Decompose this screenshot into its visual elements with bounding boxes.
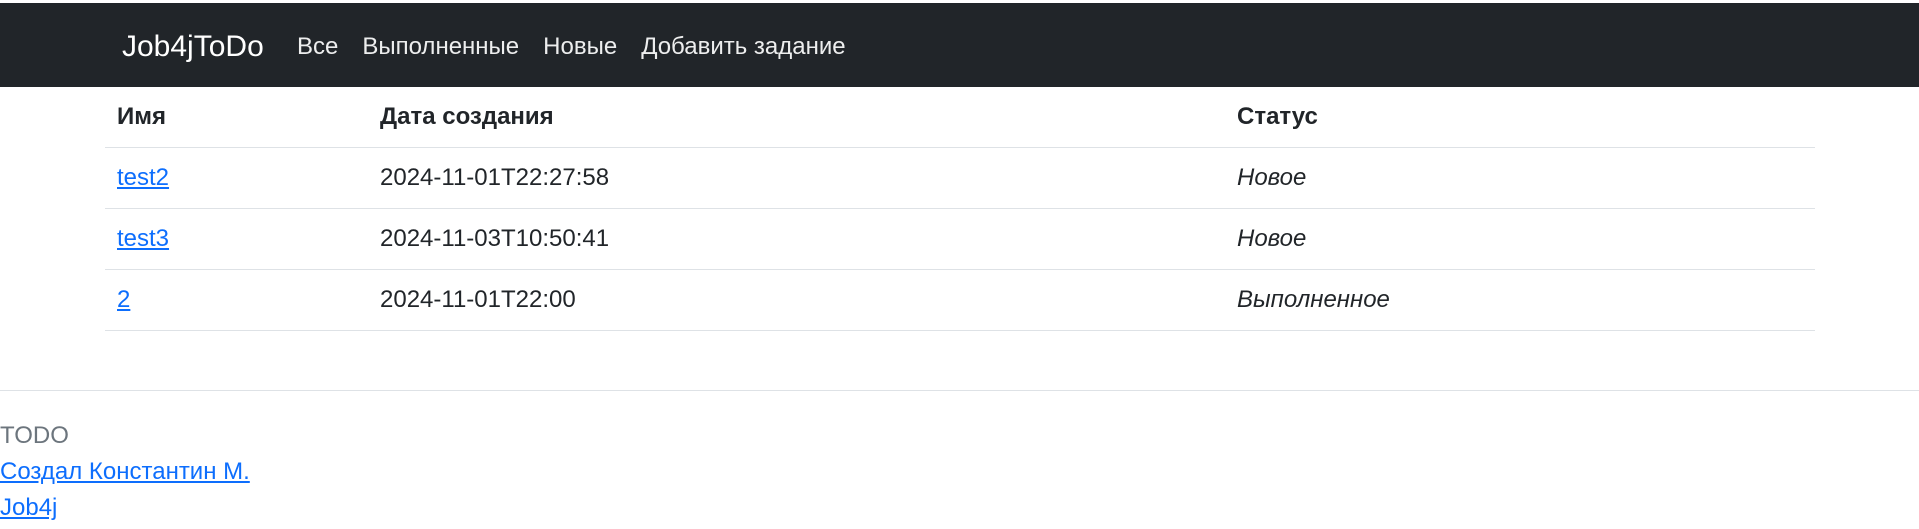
cell-name: test2 — [105, 147, 368, 209]
cell-name: 2 — [105, 269, 368, 331]
nav-link-all[interactable]: Все — [297, 32, 338, 62]
cell-date: 2024-11-01T22:27:58 — [368, 147, 1225, 209]
job4j-link[interactable]: Job4j — [0, 490, 250, 526]
cell-status: Новое — [1225, 147, 1815, 209]
navbar: Job4jToDo Все Выполненные Новые Добавить… — [0, 3, 1919, 87]
task-link[interactable]: 2 — [117, 286, 130, 313]
header-status: Статус — [1225, 87, 1815, 148]
table-row: 2 2024-11-01T22:00 Выполненное — [105, 269, 1815, 331]
tasks-table: Имя Дата создания Статус test2 2024-11-0… — [105, 87, 1815, 331]
brand-link[interactable]: Job4jToDo — [122, 29, 264, 65]
header-created-date: Дата создания — [368, 87, 1225, 148]
table-header-row: Имя Дата создания Статус — [105, 87, 1815, 148]
cell-date: 2024-11-03T10:50:41 — [368, 208, 1225, 270]
nav-links: Все Выполненные Новые Добавить задание — [297, 32, 846, 62]
cell-status: Выполненное — [1225, 269, 1815, 331]
table-row: test3 2024-11-03T10:50:41 Новое — [105, 208, 1815, 270]
footer-title: TODO — [0, 422, 69, 449]
footer-divider — [0, 390, 1919, 391]
nav-link-completed[interactable]: Выполненные — [362, 32, 519, 62]
tasks-table-container: Имя Дата создания Статус test2 2024-11-0… — [105, 87, 1815, 331]
task-link[interactable]: test3 — [117, 225, 169, 252]
cell-status: Новое — [1225, 208, 1815, 270]
cell-date: 2024-11-01T22:00 — [368, 269, 1225, 331]
author-link[interactable]: Создал Константин М. — [0, 454, 250, 490]
footer: TODO Создал Константин М. Job4j — [0, 418, 250, 526]
task-link[interactable]: test2 — [117, 164, 169, 191]
header-name: Имя — [105, 87, 368, 148]
nav-link-new[interactable]: Новые — [543, 32, 617, 62]
table-row: test2 2024-11-01T22:27:58 Новое — [105, 147, 1815, 209]
nav-link-add-task[interactable]: Добавить задание — [641, 32, 845, 62]
cell-name: test3 — [105, 208, 368, 270]
